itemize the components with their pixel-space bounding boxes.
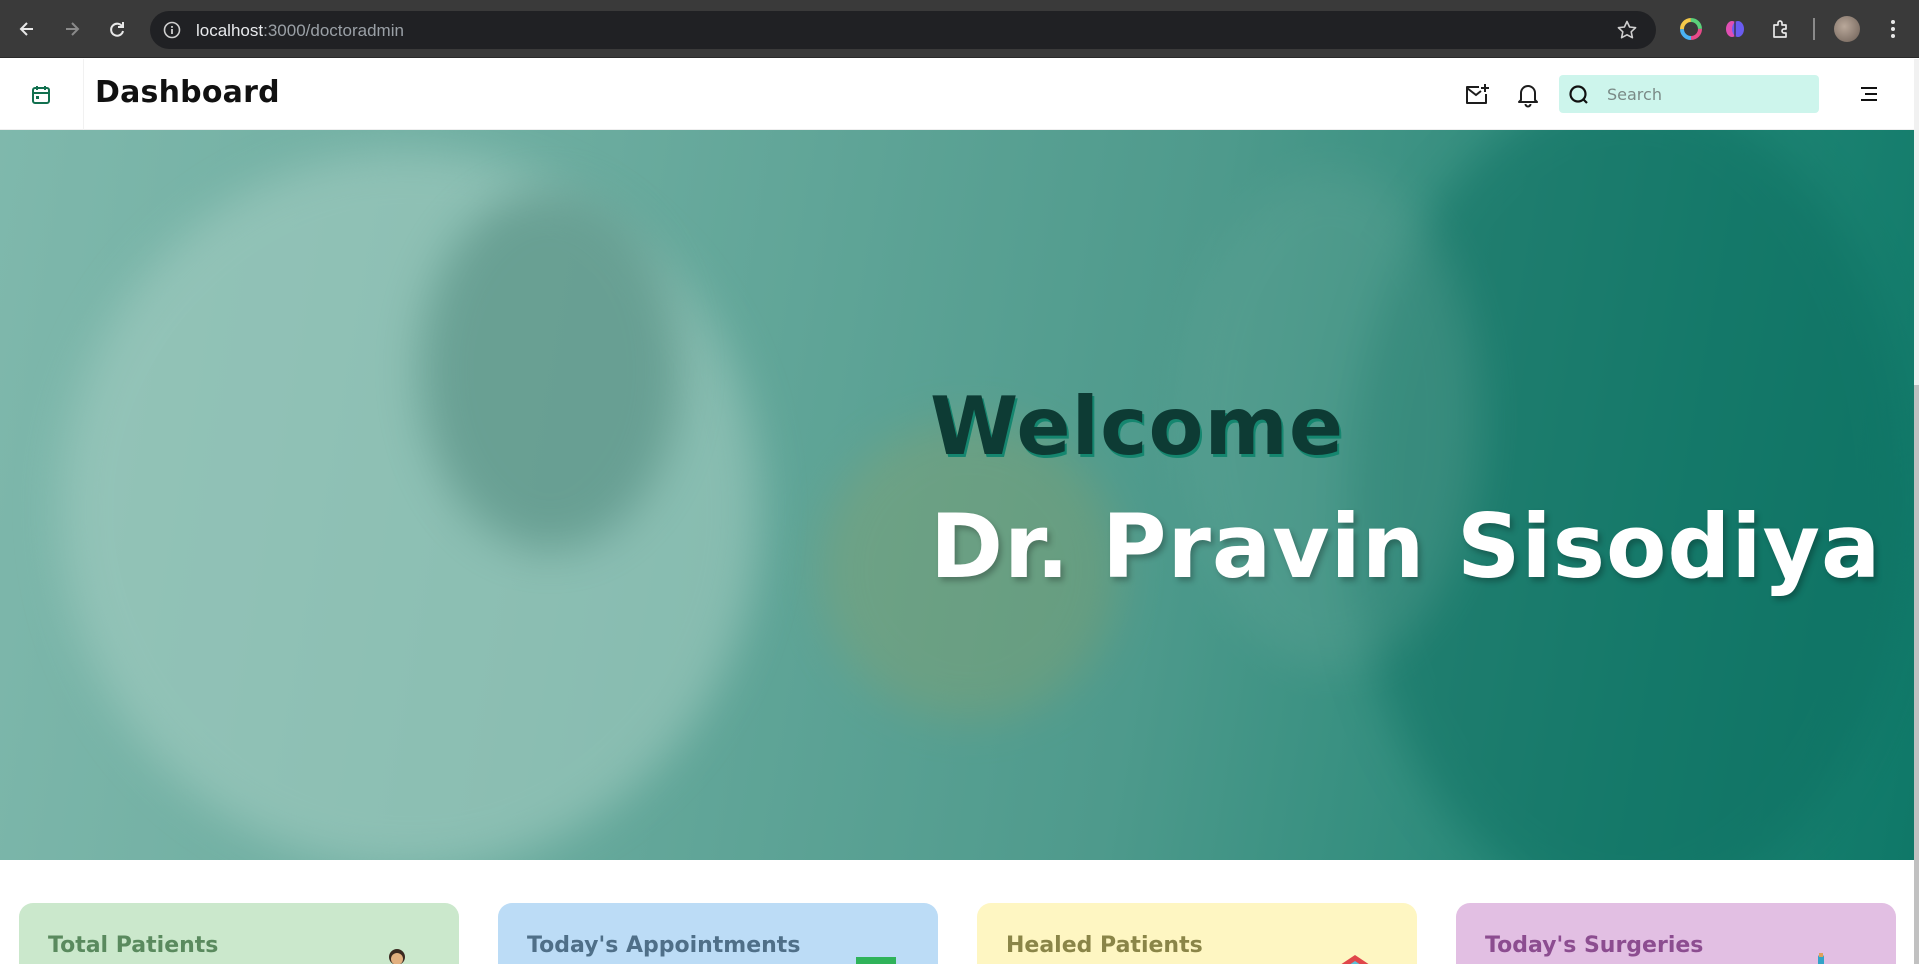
hospital-illustration-icon xyxy=(1333,943,1377,964)
surgery-illustration-icon xyxy=(1812,943,1856,964)
page-title: Dashboard xyxy=(95,75,280,110)
star-icon[interactable] xyxy=(1616,19,1638,41)
back-icon[interactable] xyxy=(12,14,42,44)
todays-appointments-card[interactable]: Today's Appointments xyxy=(498,903,938,964)
healed-patients-card[interactable]: Healed Patients xyxy=(977,903,1417,964)
url-text[interactable]: localhost:3000/doctoradmin xyxy=(196,21,404,41)
forward-icon[interactable] xyxy=(57,14,87,44)
toolbar-divider xyxy=(1813,18,1815,40)
scrollbar-thumb[interactable] xyxy=(1914,385,1919,964)
brain-extension-icon[interactable] xyxy=(1723,17,1747,41)
browser-toolbar: localhost:3000/doctoradmin xyxy=(0,0,1919,58)
calendar-icon[interactable] xyxy=(30,84,52,106)
hero-welcome-text: Welcome xyxy=(930,380,1345,473)
bell-icon[interactable] xyxy=(1515,82,1541,108)
address-bar[interactable]: localhost:3000/doctoradmin xyxy=(150,11,1656,49)
card-label: Healed Patients xyxy=(1006,933,1203,958)
profile-avatar[interactable] xyxy=(1834,16,1860,42)
card-label: Today's Appointments xyxy=(527,933,801,958)
stats-section: Total Patients Today's Appointments Heal… xyxy=(0,860,1914,964)
patient-illustration-icon xyxy=(375,943,419,964)
extensions-puzzle-icon[interactable] xyxy=(1769,17,1793,41)
browser-menu-icon[interactable] xyxy=(1880,16,1906,42)
url-host: localhost xyxy=(196,21,264,40)
card-label: Total Patients xyxy=(48,933,219,958)
search-bar[interactable] xyxy=(1559,75,1819,113)
color-extension-icon[interactable] xyxy=(1679,17,1703,41)
url-path: :3000/doctoradmin xyxy=(263,21,404,40)
reload-icon[interactable] xyxy=(102,14,132,44)
app-header: Dashboard xyxy=(0,59,1914,130)
stethoscope-hand-shape xyxy=(420,190,680,550)
mail-add-icon[interactable] xyxy=(1464,82,1490,108)
hero-doctor-name: Dr. Pravin Sisodiya xyxy=(930,495,1882,598)
card-label: Today's Surgeries xyxy=(1485,933,1704,958)
calendar-illustration-icon xyxy=(854,943,898,964)
total-patients-card[interactable]: Total Patients xyxy=(19,903,459,964)
info-icon[interactable] xyxy=(162,20,182,40)
welcome-banner: Welcome Dr. Pravin Sisodiya xyxy=(0,130,1914,860)
menu-icon[interactable] xyxy=(1857,82,1881,106)
search-icon[interactable] xyxy=(1567,83,1591,107)
search-input[interactable] xyxy=(1607,82,1807,106)
todays-surgeries-card[interactable]: Today's Surgeries xyxy=(1456,903,1896,964)
doctor-coat-shape xyxy=(60,150,760,860)
